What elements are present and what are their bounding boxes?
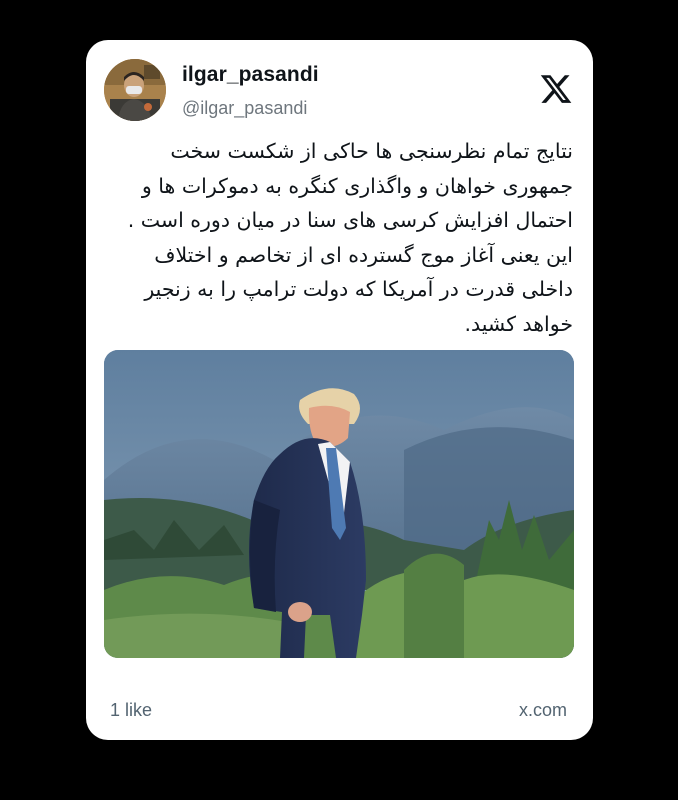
user-handle[interactable]: @ilgar_pasandi xyxy=(182,98,307,119)
like-count[interactable]: 1 like xyxy=(110,700,152,721)
x-logo-icon[interactable] xyxy=(539,72,573,106)
tweet-photo[interactable] xyxy=(104,350,574,658)
tweet-card[interactable]: ilgar_pasandi @ilgar_pasandi نتایج تمام … xyxy=(86,40,593,740)
display-name[interactable]: ilgar_pasandi xyxy=(182,63,319,87)
tweet-text: نتایج تمام نظرسنجی ها حاکی از شکست سخت ج… xyxy=(127,139,573,336)
avatar[interactable] xyxy=(104,59,166,121)
source-link[interactable]: x.com xyxy=(519,700,567,721)
